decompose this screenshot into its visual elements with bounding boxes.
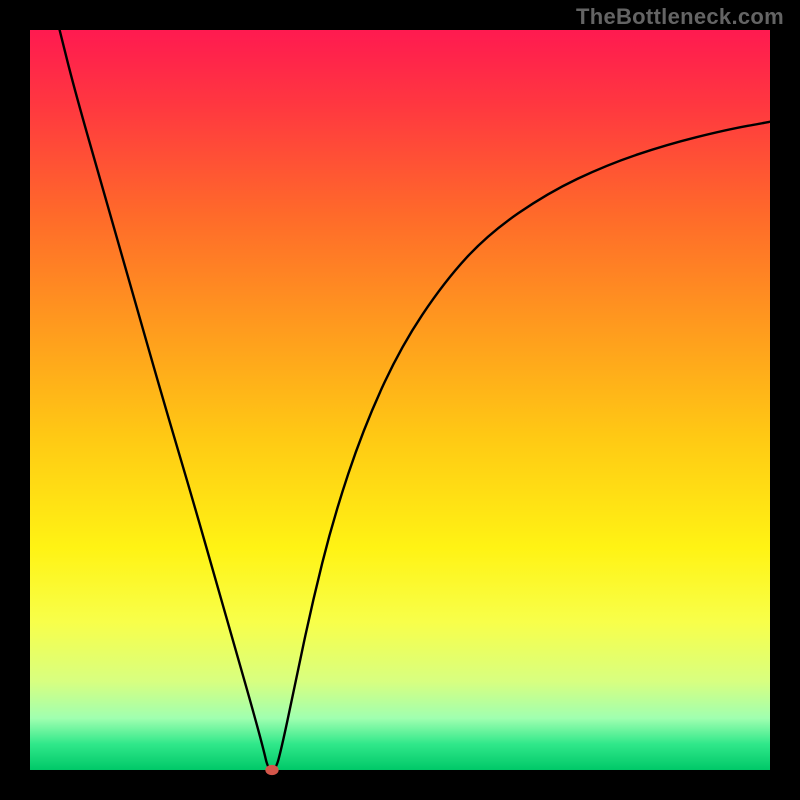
watermark-label: TheBottleneck.com (576, 4, 784, 30)
chart-wrapper: TheBottleneck.com (0, 0, 800, 800)
bottleneck-chart (0, 0, 800, 800)
min-marker (265, 765, 278, 775)
chart-background (30, 30, 770, 770)
